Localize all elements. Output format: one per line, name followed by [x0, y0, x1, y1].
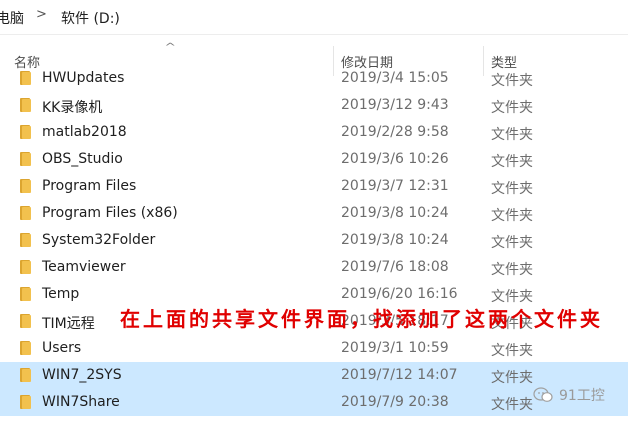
- folder-icon: [20, 71, 31, 85]
- file-type: 文件夹: [491, 73, 533, 89]
- file-type: 文件夹: [491, 235, 533, 251]
- file-type: 文件夹: [491, 127, 533, 143]
- file-date: 2019/7/12 14:07: [341, 367, 458, 383]
- folder-icon: [20, 314, 31, 328]
- folder-icon: [20, 152, 31, 166]
- file-date: 2019/3/7 12:31: [341, 178, 449, 194]
- folder-icon: [20, 98, 31, 112]
- file-list: HWUpdates 2019/3/4 15:05 文件夹 KK录像机 2019/3/12…: [0, 66, 628, 421]
- folder-icon: [20, 125, 31, 139]
- file-row[interactable]: Program Files (x86) 2019/3/8 10:24 文件夹: [0, 200, 628, 227]
- file-name[interactable]: WIN7Share: [42, 394, 120, 410]
- file-type: 文件夹: [491, 181, 533, 197]
- file-type: 文件夹: [491, 154, 533, 170]
- watermark: 91工控: [533, 385, 605, 405]
- file-row[interactable]: Program Files 2019/3/7 12:31 文件夹: [0, 173, 628, 200]
- file-name[interactable]: Users: [42, 340, 81, 356]
- sort-ascending-icon: ^: [164, 42, 177, 53]
- file-date: 2019/3/4 15:05: [341, 70, 449, 86]
- file-row[interactable]: KK录像机 2019/3/12 9:43 文件夹: [0, 92, 628, 119]
- folder-icon: [20, 206, 31, 220]
- folder-icon: [20, 395, 31, 409]
- address-bar[interactable]: 电脑 > 软件 (D:): [0, 0, 628, 35]
- file-row[interactable]: System32Folder 2019/3/8 10:24 文件夹: [0, 227, 628, 254]
- file-date: 2019/7/9 20:38: [341, 394, 449, 410]
- folder-icon: [20, 287, 31, 301]
- folder-icon: [20, 368, 31, 382]
- folder-icon: [20, 341, 31, 355]
- file-type: 文件夹: [491, 343, 533, 359]
- file-name[interactable]: System32Folder: [42, 232, 155, 248]
- file-name[interactable]: WIN7_2SYS: [42, 367, 122, 383]
- file-type: 文件夹: [491, 370, 533, 386]
- file-date: 2019/3/8 10:24: [341, 205, 449, 221]
- file-date: 2019/3/6 10:26: [341, 151, 449, 167]
- file-date: 2019/7/6 18:08: [341, 259, 449, 275]
- watermark-text: 91工控: [559, 388, 605, 404]
- file-name[interactable]: TIM远程: [42, 313, 95, 333]
- file-row[interactable]: Teamviewer 2019/7/6 18:08 文件夹: [0, 254, 628, 281]
- file-type: 文件夹: [491, 397, 533, 413]
- folder-icon: [20, 233, 31, 247]
- file-date: 2019/3/1 10:59: [341, 340, 449, 356]
- file-type: 文件夹: [491, 262, 533, 278]
- file-type: 文件夹: [491, 208, 533, 224]
- file-row[interactable]: matlab2018 2019/2/28 9:58 文件夹: [0, 119, 628, 146]
- file-name[interactable]: Temp: [42, 286, 79, 302]
- file-date: 2019/3/12 9:43: [341, 97, 449, 113]
- file-row[interactable]: OBS_Studio 2019/3/6 10:26 文件夹: [0, 146, 628, 173]
- file-name[interactable]: Teamviewer: [42, 259, 126, 275]
- file-name[interactable]: matlab2018: [42, 124, 127, 140]
- annotation-text: 在上面的共享文件界面，找添加了这两个文件夹: [120, 307, 603, 331]
- file-date: 2019/2/28 9:58: [341, 124, 449, 140]
- file-name[interactable]: OBS_Studio: [42, 151, 123, 167]
- folder-icon: [20, 260, 31, 274]
- breadcrumb-computer[interactable]: 电脑: [0, 8, 24, 28]
- file-row[interactable]: HWUpdates 2019/3/4 15:05 文件夹: [0, 66, 628, 92]
- wechat-logo-icon: [533, 387, 553, 402]
- file-explorer-window: 电脑 > 软件 (D:) ^ 名称 修改日期 类型 HWUpdates 2019/…: [0, 0, 628, 421]
- file-date: 2019/3/8 10:24: [341, 232, 449, 248]
- folder-icon: [20, 179, 31, 193]
- file-name[interactable]: Program Files: [42, 178, 136, 194]
- breadcrumb-separator-icon[interactable]: >: [36, 7, 47, 22]
- file-name[interactable]: HWUpdates: [42, 70, 124, 86]
- file-date: 2019/6/20 16:16: [341, 286, 458, 302]
- file-name[interactable]: Program Files (x86): [42, 205, 178, 221]
- breadcrumb-drive-d[interactable]: 软件 (D:): [61, 8, 120, 28]
- file-name[interactable]: KK录像机: [42, 97, 102, 117]
- file-type: 文件夹: [491, 100, 533, 116]
- file-row[interactable]: Users 2019/3/1 10:59 文件夹: [0, 335, 628, 362]
